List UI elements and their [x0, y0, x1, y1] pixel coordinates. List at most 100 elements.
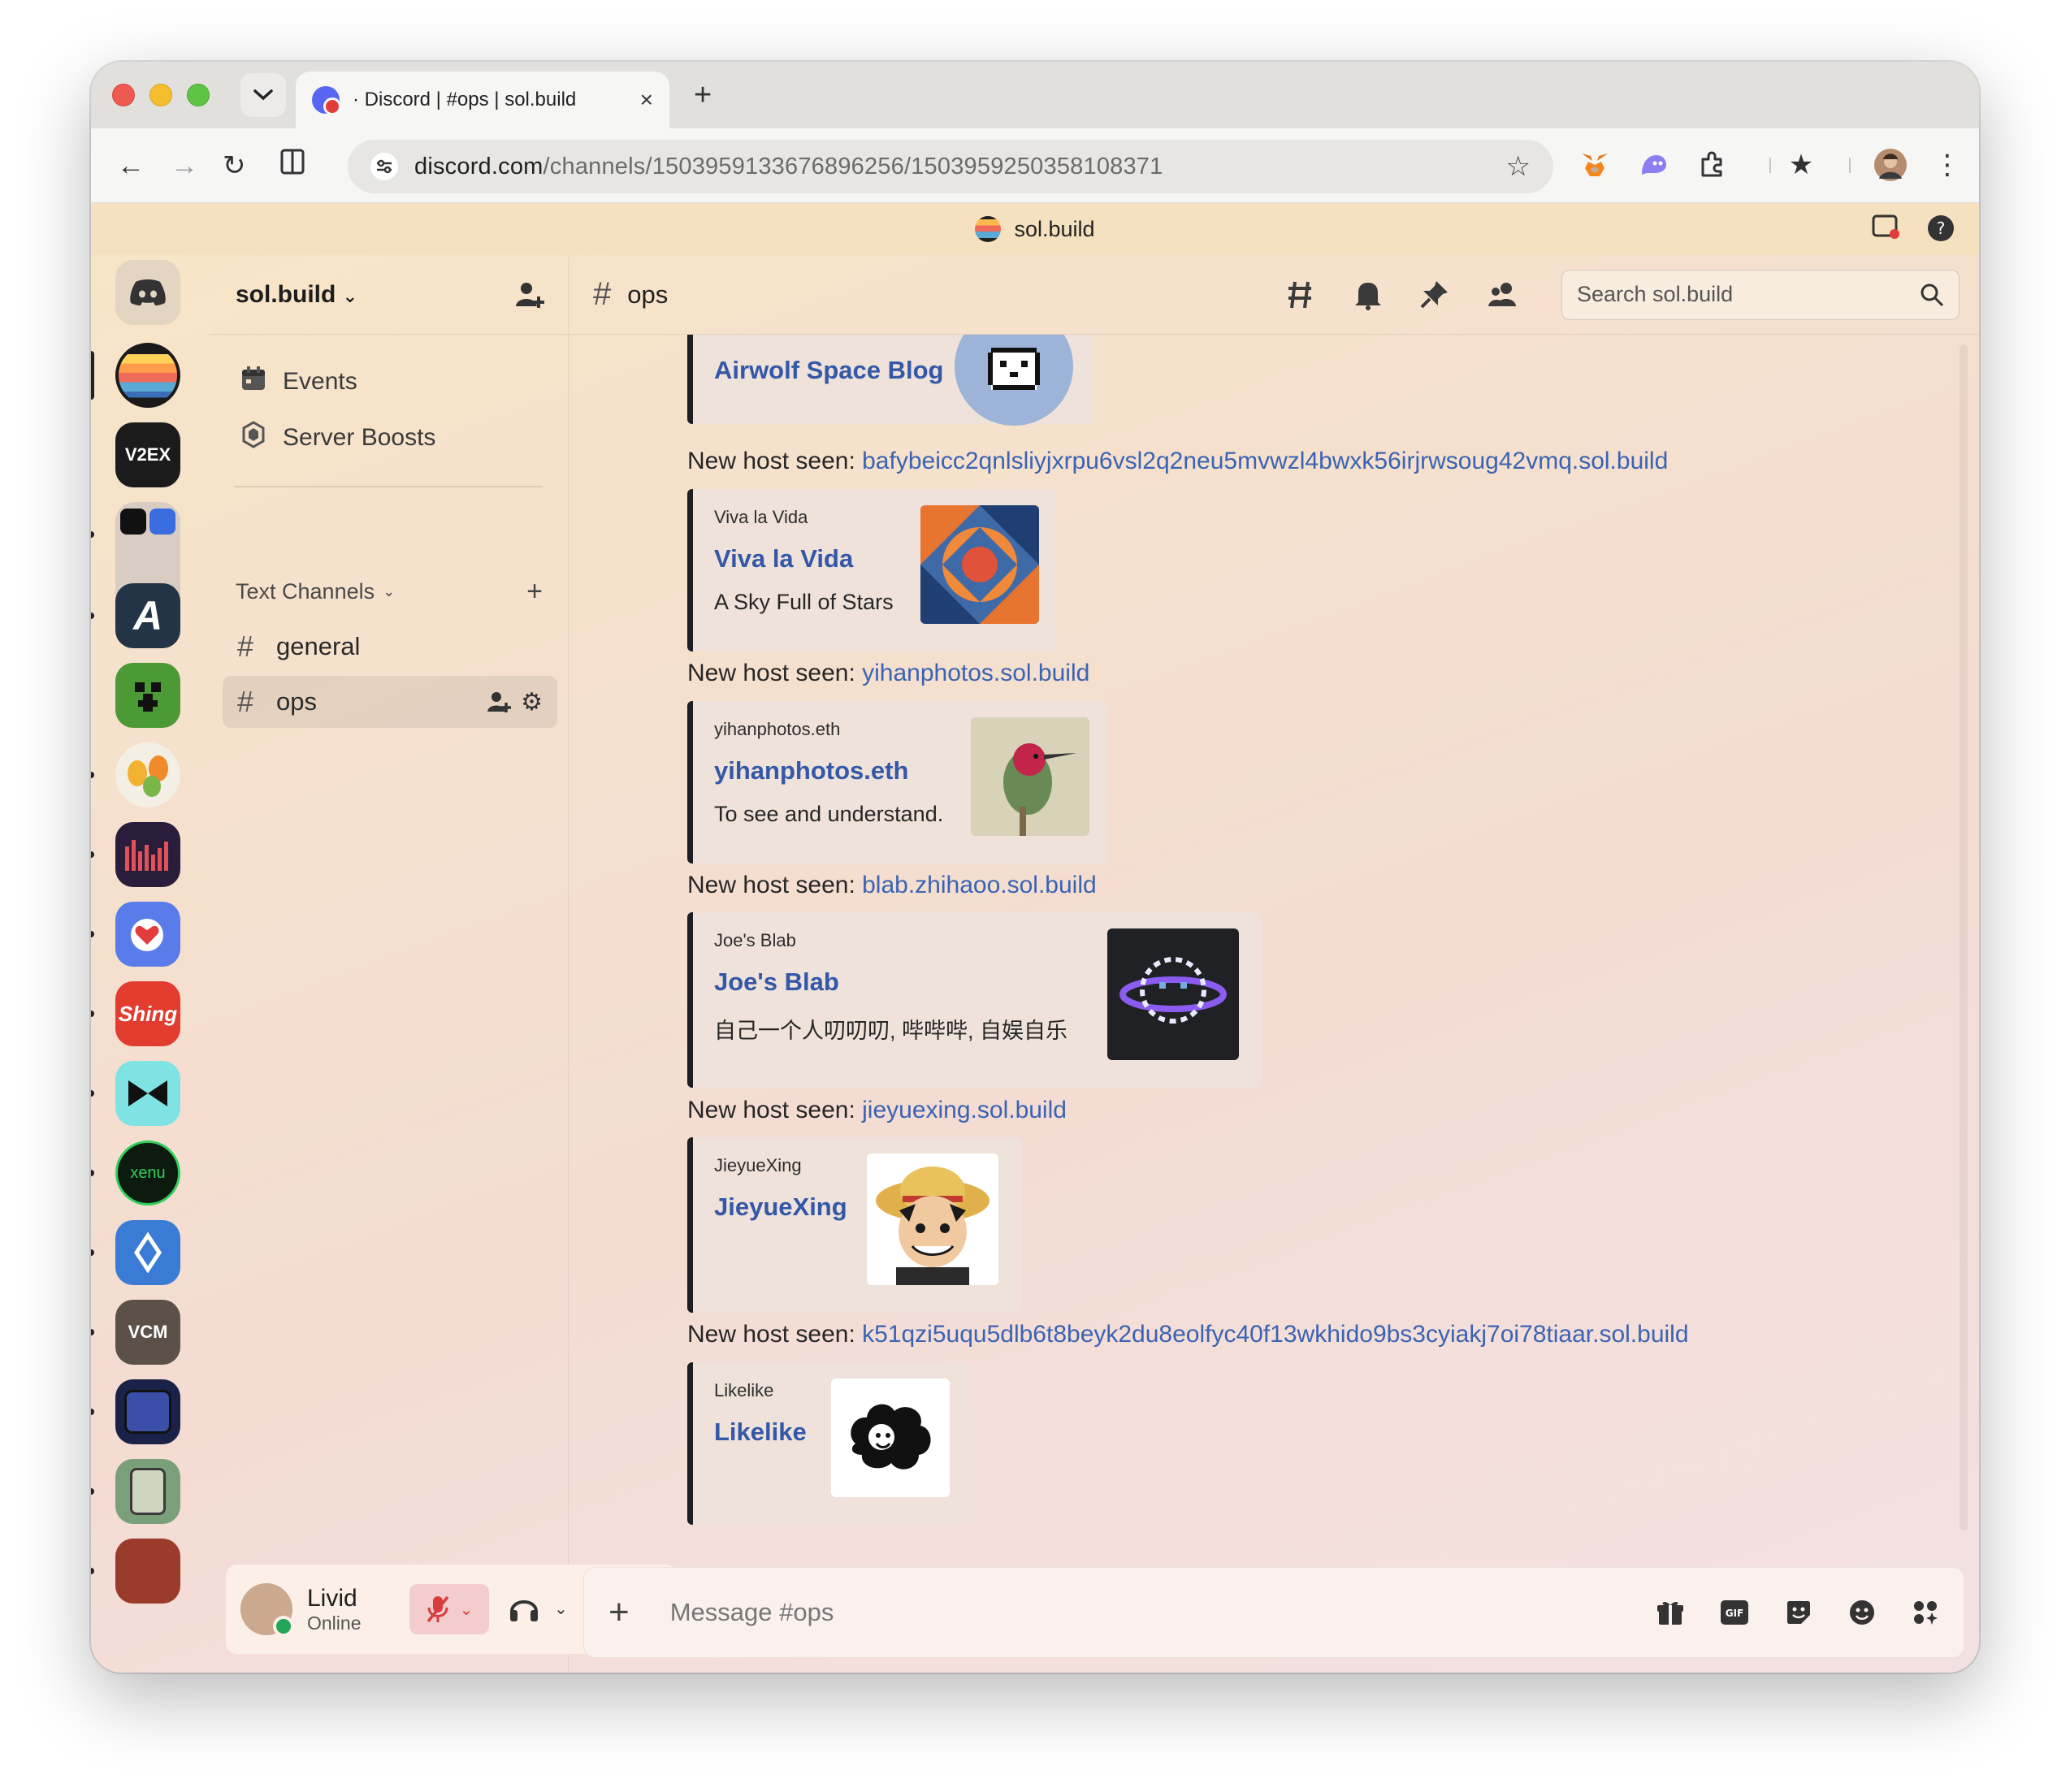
message-text: New host seen: bafybeicc2qnlsliyjxrpu6vs…: [687, 448, 1668, 475]
unread-indicator: [91, 772, 94, 778]
minimize-window-button[interactable]: [149, 84, 172, 106]
channel-item-ops[interactable]: # ops ⚙: [223, 676, 557, 728]
bookmarks-star-icon[interactable]: ★: [1781, 145, 1821, 185]
avatar[interactable]: [240, 1583, 294, 1637]
metamask-fox-icon[interactable]: [1574, 145, 1615, 185]
host-link[interactable]: blab.zhihaoo.sol.build: [862, 872, 1097, 898]
tab-bar: · Discord | #ops | sol.build × +: [91, 62, 1979, 128]
server-icon-v2ex[interactable]: V2EX: [115, 422, 180, 487]
browser-window: · Discord | #ops | sol.build × + ← → ↻ d…: [91, 62, 1979, 1673]
server-icon-skull[interactable]: [115, 1539, 180, 1604]
embed-thumbnail[interactable]: [971, 717, 1089, 836]
invite-icon[interactable]: [487, 690, 512, 713]
url-text: discord.com/channels/1503959133676896256…: [414, 154, 1506, 180]
server-icon-vcm[interactable]: VCM: [115, 1300, 180, 1365]
attach-plus-button[interactable]: +: [608, 1592, 630, 1633]
embed-thumbnail[interactable]: [867, 1154, 998, 1285]
create-channel-icon[interactable]: +: [526, 576, 543, 608]
server-icon-music[interactable]: [115, 822, 180, 887]
url-path: /channels/1503959133676896256/1503959250…: [543, 153, 1163, 180]
emoji-icon[interactable]: [1848, 1599, 1876, 1626]
bookmark-star-icon[interactable]: ☆: [1506, 150, 1531, 183]
channel-header: # ops Search sol.build: [569, 255, 1979, 335]
server-icon-label: A: [132, 593, 163, 638]
address-bar[interactable]: discord.com/channels/1503959133676896256…: [348, 140, 1553, 193]
embed-thumbnail[interactable]: [831, 1379, 950, 1497]
server-icon-xenu[interactable]: xenu: [115, 1141, 180, 1205]
ghost-extension-icon[interactable]: [1633, 145, 1674, 185]
link-embed: yihanphotos.eth yihanphotos.eth To see a…: [687, 701, 1106, 864]
unread-indicator: [91, 1090, 94, 1097]
zoom-window-button[interactable]: [187, 84, 210, 106]
notification-bell-icon[interactable]: [1353, 279, 1383, 310]
server-icon-gameboy[interactable]: [115, 1459, 180, 1524]
split-view-icon[interactable]: [279, 148, 305, 184]
browser-tab[interactable]: · Discord | #ops | sol.build ×: [296, 71, 669, 128]
channel-title: ops: [627, 279, 669, 309]
server-icon-a-server[interactable]: A: [115, 583, 180, 648]
server-name: sol.build ⌄: [236, 281, 514, 309]
server-header[interactable]: sol.build ⌄: [210, 255, 568, 335]
channel-item-general[interactable]: # general: [223, 621, 557, 673]
unread-indicator: [91, 1249, 94, 1256]
forward-icon[interactable]: →: [171, 148, 198, 184]
text-channel-icon: #: [237, 685, 254, 718]
sidebar-item-server-boosts[interactable]: Server Boosts: [237, 421, 435, 455]
pinned-messages-icon[interactable]: [1420, 279, 1449, 310]
sol-build-logo-icon: [975, 216, 1002, 242]
site-info-icon[interactable]: [370, 153, 398, 180]
server-icon-ens[interactable]: [115, 1220, 180, 1285]
browser-menu-icon[interactable]: ⋮: [1927, 145, 1968, 185]
server-icon-shing[interactable]: Shing: [115, 981, 180, 1046]
channel-settings-gear-icon[interactable]: ⚙: [521, 688, 543, 716]
text-channel-icon: #: [237, 630, 254, 663]
server-icon-discord-home[interactable]: [115, 260, 180, 325]
user-status: Online: [307, 1612, 362, 1634]
tab-search-button[interactable]: [240, 73, 286, 117]
host-link[interactable]: k51qzi5uqu5dlb6t8beyk2du8eolfyc40f13wkhi…: [862, 1321, 1688, 1348]
message-prefix: New host seen:: [687, 1097, 863, 1123]
mute-toggle-button[interactable]: ⌄: [409, 1584, 489, 1634]
back-icon[interactable]: ←: [117, 148, 145, 184]
sidebar-item-events[interactable]: Events: [237, 366, 357, 398]
profile-avatar-icon[interactable]: [1870, 145, 1911, 185]
chevron-down-icon: ⌄: [383, 583, 396, 599]
embed-thumbnail[interactable]: [920, 505, 1039, 624]
message-input[interactable]: Message #ops: [670, 1598, 1621, 1627]
gift-icon[interactable]: [1656, 1599, 1684, 1626]
unread-indicator: [91, 931, 94, 937]
server-icon-sol-build[interactable]: [115, 343, 180, 408]
url-host: discord.com: [414, 153, 543, 180]
embed-thumbnail[interactable]: [955, 335, 1073, 426]
host-link[interactable]: jieyuexing.sol.build: [862, 1097, 1067, 1123]
server-icon-bowtie[interactable]: [115, 1061, 180, 1126]
chevron-down-icon: [253, 89, 273, 101]
close-window-button[interactable]: [112, 84, 135, 106]
sticker-icon[interactable]: [1785, 1599, 1812, 1626]
scrollbar[interactable]: [1960, 344, 1968, 1530]
link-embed: Likelike Likelike: [687, 1362, 973, 1525]
help-icon[interactable]: ?: [1927, 214, 1955, 248]
host-link[interactable]: bafybeicc2qnlsliyjxrpu6vsl2q2neu5mvwzl4b…: [862, 448, 1668, 474]
embed-thumbnail[interactable]: [1107, 928, 1239, 1060]
search-input[interactable]: Search sol.build: [1561, 269, 1960, 320]
reload-icon[interactable]: ↻: [223, 148, 246, 184]
server-icon-minecraft[interactable]: [115, 663, 180, 728]
unread-indicator: [91, 531, 94, 538]
gif-icon[interactable]: GIF: [1720, 1599, 1749, 1625]
threads-icon[interactable]: [1284, 279, 1316, 311]
deafen-toggle-button[interactable]: ⌄: [509, 1594, 568, 1623]
new-tab-button[interactable]: +: [694, 78, 712, 113]
server-icon-heart-app[interactable]: [115, 902, 180, 967]
host-link[interactable]: yihanphotos.sol.build: [862, 660, 1089, 686]
invite-people-icon[interactable]: [514, 280, 545, 309]
apps-icon[interactable]: [1912, 1599, 1939, 1626]
server-icon-ghost[interactable]: [115, 1379, 180, 1444]
message-prefix: New host seen:: [687, 660, 863, 686]
tab-close-icon[interactable]: ×: [640, 87, 653, 113]
category-text-channels[interactable]: Text Channels ⌄ +: [236, 576, 543, 608]
member-list-icon[interactable]: [1487, 280, 1518, 309]
extensions-puzzle-icon[interactable]: [1691, 145, 1732, 185]
inbox-icon[interactable]: [1872, 214, 1899, 248]
server-icon-birds[interactable]: [115, 742, 180, 807]
